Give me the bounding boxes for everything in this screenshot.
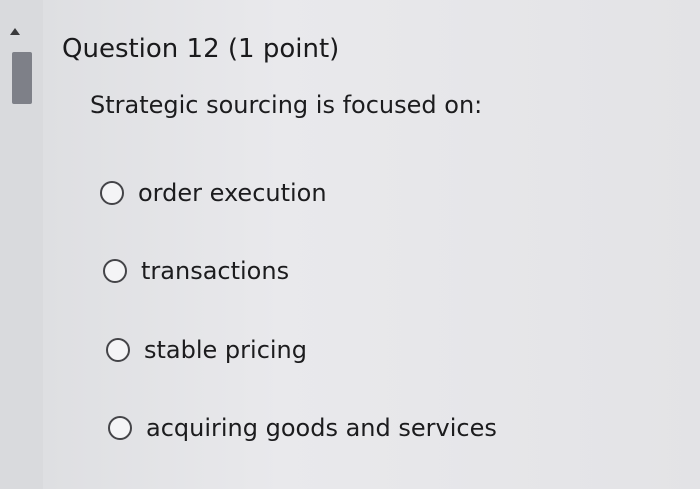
option-order-execution[interactable]: order execution [100, 179, 327, 207]
scroll-up-arrow-icon[interactable] [10, 28, 20, 35]
scroll-thumb[interactable] [12, 52, 32, 104]
radio-button-icon[interactable] [106, 338, 130, 362]
option-label: transactions [141, 257, 290, 285]
option-stable-pricing[interactable]: stable pricing [106, 336, 307, 364]
vertical-scrollbar[interactable] [0, 0, 43, 489]
option-transactions[interactable]: transactions [103, 257, 289, 285]
radio-button-icon[interactable] [100, 181, 124, 205]
radio-button-icon[interactable] [108, 416, 132, 440]
radio-button-icon[interactable] [103, 259, 127, 283]
option-acquiring-goods-and-services[interactable]: acquiring goods and services [108, 414, 497, 442]
question-title: Question 12 (1 point) [62, 34, 340, 64]
quiz-page: Question 12 (1 point) Strategic sourcing… [0, 0, 700, 489]
option-label: acquiring goods and services [146, 414, 497, 442]
option-label: stable pricing [144, 336, 307, 364]
question-text: Strategic sourcing is focused on: [90, 91, 483, 119]
option-label: order execution [138, 179, 327, 207]
